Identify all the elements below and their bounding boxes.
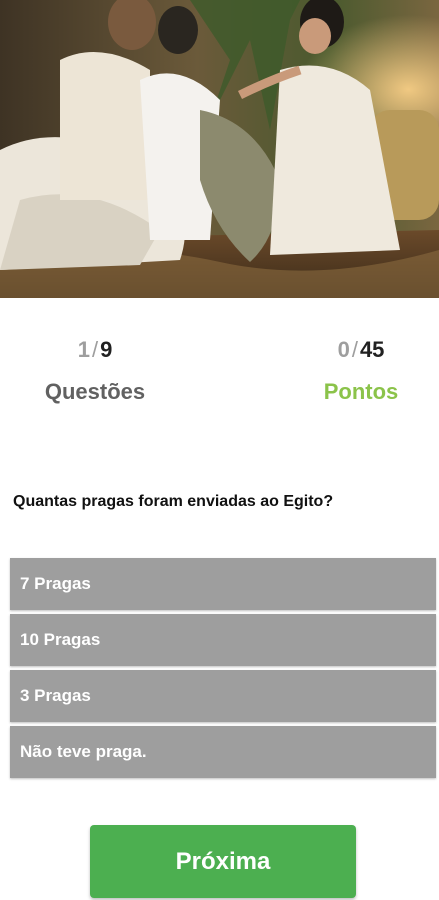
questions-label: Questões xyxy=(44,379,146,404)
answer-option-3[interactable]: 3 Pragas xyxy=(10,670,436,722)
total-questions-number: 9 xyxy=(100,337,113,362)
answer-option-4[interactable]: Não teve praga. xyxy=(10,726,436,778)
answer-options: 7 Pragas 10 Pragas 3 Pragas Não teve pra… xyxy=(10,558,436,782)
questions-counter: 1/9 Questões xyxy=(30,336,160,406)
next-button[interactable]: Próxima xyxy=(90,825,356,898)
points-counter: 0/45 Pontos xyxy=(296,336,426,406)
current-points-number: 0 xyxy=(337,337,350,362)
answer-option-2[interactable]: 10 Pragas xyxy=(10,614,436,666)
quiz-stats: 1/9 Questões 0/45 Pontos xyxy=(0,298,439,438)
question-text: Quantas pragas foram enviadas ao Egito? xyxy=(13,493,334,510)
answer-option-1[interactable]: 7 Pragas xyxy=(10,558,436,610)
points-separator: / xyxy=(351,337,358,362)
total-points-number: 45 xyxy=(359,337,385,362)
current-question-number: 1 xyxy=(77,337,90,362)
questions-separator: / xyxy=(91,337,99,362)
points-label: Pontos xyxy=(323,379,399,404)
question-image xyxy=(0,0,439,298)
